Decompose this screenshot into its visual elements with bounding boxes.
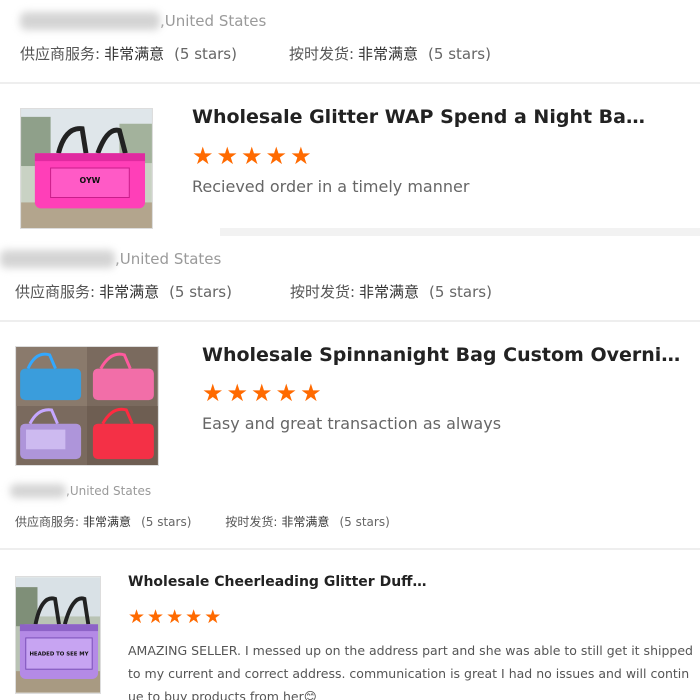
review-comment: Recieved order in a timely manner [192,177,470,196]
clear-bags-image [16,347,158,465]
star-icon: ★ [275,379,298,407]
ontime-shipping-stars: (5 stars) [428,44,491,63]
star-icon: ★ [166,606,184,628]
star-icon: ★ [202,379,224,407]
product-title-link[interactable]: Wholesale Cheerleading Glitter Duffel Ba… [128,574,428,590]
star-icon: ★ [185,606,203,628]
pink-duffel-bag-image: OYW [21,109,152,228]
ontime-shipping-value: 非常满意 [358,45,419,63]
service-ratings: 供应商服务: 非常满意 (5 stars) 按时发货: 非常满意 (5 star… [15,281,492,302]
star-icon: ★ [241,142,263,170]
reviewer-location: ,United States [20,12,266,30]
star-icon: ★ [251,379,273,407]
star-icon: ★ [192,142,214,170]
supplier-service-label: 供应商服务: [20,45,101,63]
supplier-service-label: 供应商服务: [15,283,96,301]
review-comment: Easy and great transaction as always [202,414,502,433]
review-card-2: ,United States 供应商服务: 非常满意 (5 stars) 按时发… [0,238,700,472]
supplier-service-value: 非常满意 [104,45,165,63]
star-icon: ★ [128,606,146,628]
reviewer-country: ,United States [160,12,267,30]
divider [0,548,700,550]
rating-stars: ★ ★ ★ ★ ★ [192,144,312,168]
reviewer-country: ,United States [115,250,222,268]
row-shadow [220,228,700,236]
reviewer-location: ,United States [10,484,151,498]
review-comment: AMAZING SELLER. I messed up on the addre… [128,639,694,700]
rating-stars: ★ ★ ★ ★ ★ [128,608,221,627]
product-thumbnail[interactable]: HEADED TO SEE MY [15,576,101,694]
star-icon: ★ [216,142,239,170]
star-icon: ★ [290,142,312,170]
reviewer-name-blurred [10,484,66,498]
star-icon: ★ [147,606,165,628]
reviewer-name-blurred [20,12,160,30]
ontime-shipping-stars: (5 stars) [429,282,492,301]
reviewer-location: ,United States [0,250,221,268]
supplier-service-label: 供应商服务: [15,515,80,529]
star-icon: ★ [204,606,222,628]
divider [0,320,700,322]
product-title-link[interactable]: Wholesale Spinnanight Bag Custom Overnig… [202,344,692,366]
ontime-shipping-label: 按时发货: [288,45,355,63]
smile-emoji-icon: 😊 [303,689,317,700]
ontime-shipping-value: 非常满意 [281,515,330,529]
ontime-shipping-stars: (5 stars) [339,514,390,529]
product-thumbnail[interactable] [15,346,159,466]
service-ratings: 供应商服务: 非常满意 (5 stars) 按时发货: 非常满意 (5 star… [15,513,390,530]
service-ratings: 供应商服务: 非常满意 (5 stars) 按时发货: 非常满意 (5 star… [20,43,491,64]
review-comment-text: AMAZING SELLER. I messed up on the addre… [128,643,693,700]
star-icon: ★ [265,142,288,170]
supplier-service-value: 非常满意 [83,515,132,529]
rating-stars: ★ ★ ★ ★ ★ [202,381,322,405]
ontime-shipping-label: 按时发货: [225,515,278,529]
star-icon: ★ [300,379,322,407]
product-thumbnail[interactable]: OYW [20,108,153,229]
review-card-1: ,United States 供应商服务: 非常满意 (5 stars) 按时发… [0,0,700,238]
ontime-shipping-label: 按时发货: [289,283,356,301]
divider [0,82,700,84]
reviewer-country: ,United States [66,484,152,498]
reviewer-name-blurred [0,250,115,268]
ontime-shipping-value: 非常满意 [359,283,420,301]
supplier-service-stars: (5 stars) [169,282,232,301]
bag-brand-text: OYW [80,176,101,185]
bag-brand-text: HEADED TO SEE MY [29,652,88,658]
purple-duffel-bag-image: HEADED TO SEE MY [16,577,100,693]
supplier-service-stars: (5 stars) [141,514,192,529]
star-icon: ★ [226,379,249,407]
review-card-3: ,United States 供应商服务: 非常满意 (5 stars) 按时发… [0,472,700,700]
supplier-service-value: 非常满意 [99,283,160,301]
product-title-link[interactable]: Wholesale Glitter WAP Spend a Night Bag … [192,106,647,128]
supplier-service-stars: (5 stars) [174,44,237,63]
